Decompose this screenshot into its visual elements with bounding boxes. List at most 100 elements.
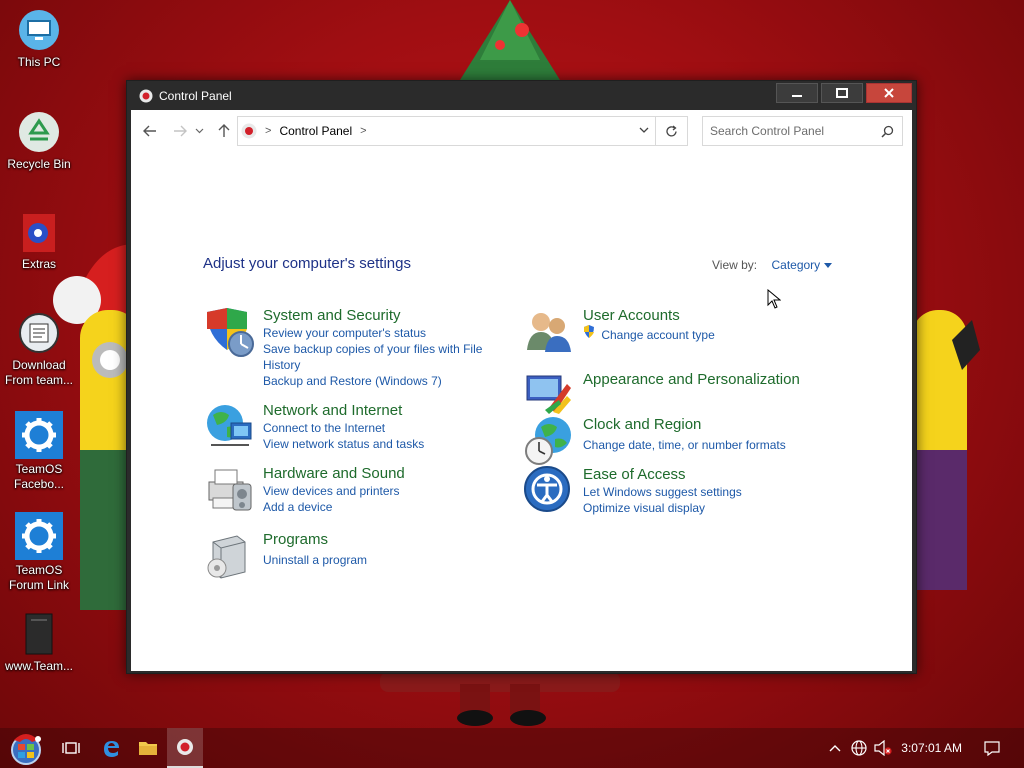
back-button[interactable] <box>141 122 159 140</box>
printer-icon <box>208 469 252 511</box>
arrow-up-icon <box>218 124 230 137</box>
address-dropdown-icon[interactable] <box>639 125 649 135</box>
forward-button[interactable] <box>171 122 189 140</box>
category-title[interactable]: Ease of Access <box>583 465 742 484</box>
download-icon <box>17 311 61 355</box>
category-appearance-and-personalization: Appearance and Personalization <box>523 368 800 420</box>
windows-start-icon <box>11 734 41 765</box>
gear-icon <box>15 512 63 560</box>
recycle-bin-icon <box>17 110 61 154</box>
category-title[interactable]: Clock and Region <box>583 415 786 434</box>
desktop-icon-label: Extras <box>21 257 56 271</box>
category-link[interactable]: Connect to the Internet <box>263 420 424 436</box>
christmas-tree-decoration <box>460 0 560 80</box>
search-icon[interactable] <box>881 125 894 138</box>
category-system-and-security: System and Security Review your computer… <box>203 306 488 389</box>
desktop-icon-www-team[interactable]: www.Team... <box>4 612 74 674</box>
category-title[interactable]: Network and Internet <box>263 401 424 420</box>
appearance-icon <box>526 375 571 414</box>
navigation-bar: > Control Panel > <box>131 110 912 152</box>
category-link[interactable]: Save backup copies of your files with Fi… <box>263 341 488 373</box>
search-box[interactable] <box>702 116 903 146</box>
category-link[interactable]: Uninstall a program <box>263 552 367 568</box>
category-title[interactable]: Appearance and Personalization <box>583 370 800 389</box>
category-user-accounts: User Accounts Change account type <box>523 306 715 358</box>
close-button[interactable] <box>866 83 912 103</box>
category-title[interactable]: System and Security <box>263 306 488 325</box>
folder-icon <box>139 742 157 755</box>
show-hidden-icons-button[interactable] <box>826 728 844 768</box>
network-globe-icon <box>207 405 252 446</box>
view-by-label: View by: <box>712 258 758 272</box>
breadcrumb-control-panel[interactable]: Control Panel <box>279 124 352 138</box>
desktop-icon-download[interactable]: Download From team... <box>4 311 74 388</box>
category-link-text: Change account type <box>601 328 715 342</box>
arrow-left-icon <box>143 125 156 137</box>
dropdown-triangle-icon <box>823 263 832 268</box>
address-bar[interactable]: > Control Panel > <box>237 116 688 146</box>
file-explorer-button[interactable] <box>130 728 166 768</box>
category-link[interactable]: Review your computer's status <box>263 325 488 341</box>
control-panel-window: Control Panel > Control Panel > Search C… <box>126 80 917 674</box>
control-panel-icon <box>139 89 153 102</box>
up-button[interactable] <box>215 122 233 140</box>
desktop-icon-this-pc[interactable]: This PC <box>4 8 74 70</box>
category-title[interactable]: Hardware and Sound <box>263 464 405 483</box>
category-link[interactable]: View devices and printers <box>263 483 405 499</box>
category-link[interactable]: View network status and tasks <box>263 436 424 452</box>
volume-tray-button[interactable] <box>873 728 893 768</box>
network-tray-button[interactable] <box>849 728 869 768</box>
category-link[interactable]: Change account type <box>583 325 715 343</box>
search-input[interactable] <box>710 124 870 138</box>
refresh-icon <box>666 124 677 136</box>
category-ease-of-access: Ease of Access Let Windows suggest setti… <box>523 465 742 517</box>
gear-icon <box>15 411 63 459</box>
window-titlebar[interactable]: Control Panel <box>127 81 916 110</box>
close-icon <box>884 88 894 98</box>
category-title[interactable]: Programs <box>263 530 367 549</box>
users-icon <box>527 313 571 352</box>
recent-locations-button[interactable] <box>193 122 205 140</box>
accessibility-icon <box>524 466 570 512</box>
desktop-icon-label: This PC <box>17 55 61 69</box>
file-icon <box>17 612 61 656</box>
category-link[interactable]: Optimize visual display <box>583 500 742 516</box>
control-panel-icon <box>241 123 257 139</box>
shield-icon <box>207 308 254 357</box>
start-button[interactable] <box>4 728 48 768</box>
notification-icon <box>984 740 1000 756</box>
category-link[interactable]: Change date, time, or number formats <box>583 437 786 453</box>
task-view-button[interactable] <box>54 728 88 768</box>
control-panel-icon <box>177 739 193 755</box>
refresh-button[interactable] <box>655 117 687 145</box>
breadcrumb-separator-icon[interactable]: > <box>360 125 366 137</box>
action-center-button[interactable] <box>978 728 1006 768</box>
monitor-icon <box>17 8 61 52</box>
category-link[interactable]: Let Windows suggest settings <box>583 484 742 500</box>
category-clock-and-region: Clock and Region Change date, time, or n… <box>523 415 786 467</box>
taskbar-clock[interactable]: 3:07:01 AM <box>901 741 962 755</box>
view-by-dropdown[interactable]: Category <box>771 258 832 272</box>
desktop-icon-teamos-facebook[interactable]: TeamOS Facebo... <box>4 411 74 492</box>
minimize-button[interactable] <box>776 83 818 103</box>
edge-browser-button[interactable] <box>92 728 130 768</box>
view-by-value: Category <box>771 258 821 272</box>
category-link[interactable]: Add a device <box>263 499 405 515</box>
task-view-icon <box>62 742 80 754</box>
desktop-icon-teamos-forum[interactable]: TeamOS Forum Link <box>4 512 74 593</box>
category-title[interactable]: User Accounts <box>583 306 715 325</box>
page-title: Adjust your computer's settings <box>203 255 411 272</box>
maximize-button[interactable] <box>821 83 863 103</box>
network-globe-tray-icon <box>851 740 867 756</box>
volume-muted-icon <box>874 740 892 756</box>
desktop-icon-label: TeamOS Facebo... <box>13 462 65 491</box>
uac-shield-icon <box>584 325 594 338</box>
window-title: Control Panel <box>159 88 232 103</box>
extras-icon <box>17 210 61 254</box>
control-panel-taskbar-button[interactable] <box>167 728 203 768</box>
desktop-icon-recycle-bin[interactable]: Recycle Bin <box>4 110 74 172</box>
desktop-icon-label: Download From team... <box>4 358 73 387</box>
desktop-icon-extras[interactable]: Extras <box>4 210 74 272</box>
category-link[interactable]: Backup and Restore (Windows 7) <box>263 373 488 389</box>
desktop-icon-label: www.Team... <box>4 659 73 673</box>
